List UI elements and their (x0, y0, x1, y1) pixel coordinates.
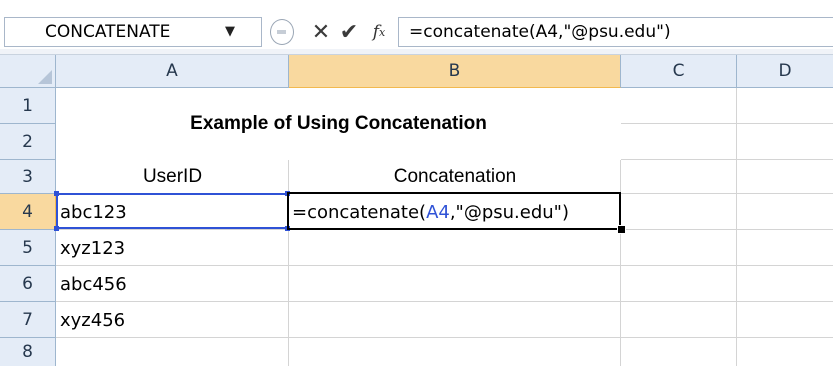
sheet-title-cell[interactable]: Example of Using Concatenation (56, 88, 621, 160)
column-header-c[interactable]: C (621, 55, 737, 88)
column-header-b[interactable]: B (289, 55, 621, 88)
active-cell-border (287, 192, 621, 230)
reference-handle[interactable] (54, 226, 59, 231)
cell-a5[interactable]: xyz123 (60, 230, 288, 266)
formula-text: =concatenate(A4,"@psu.edu") (409, 22, 671, 42)
fill-handle[interactable] (617, 225, 626, 234)
referenced-cell-border (56, 193, 289, 229)
select-all-corner[interactable] (0, 55, 56, 88)
formula-bar-resize-icon[interactable] (270, 19, 294, 45)
fx-sub: x (379, 25, 386, 39)
row-header-4[interactable]: 4 (0, 194, 56, 230)
cell-a7[interactable]: xyz456 (60, 302, 288, 338)
column-header-a[interactable]: A (56, 55, 289, 88)
row-header-6[interactable]: 6 (0, 266, 56, 302)
formula-input[interactable]: =concatenate(A4,"@psu.edu") (398, 17, 833, 47)
name-box[interactable]: CONCATENATE ▼ (4, 17, 262, 47)
row-header-7[interactable]: 7 (0, 302, 56, 338)
gridline (736, 88, 737, 366)
row-header-8[interactable]: 8 (0, 338, 56, 366)
row-header-5[interactable]: 5 (0, 230, 56, 266)
chevron-down-icon[interactable]: ▼ (225, 24, 235, 39)
insert-function-icon[interactable]: fx (364, 19, 394, 45)
cancel-icon[interactable]: ✕ (308, 19, 334, 45)
row-header-2[interactable]: 2 (0, 124, 56, 160)
row-header-3[interactable]: 3 (0, 160, 56, 194)
reference-handle[interactable] (54, 191, 59, 196)
cell-b3-concatenation-header[interactable]: Concatenation (289, 160, 621, 194)
cell-a6[interactable]: abc456 (60, 266, 288, 302)
column-header-d[interactable]: D (737, 55, 833, 88)
row-header-1[interactable]: 1 (0, 88, 56, 124)
cell-a3-userid-header[interactable]: UserID (56, 160, 289, 194)
enter-check-icon[interactable]: ✔ (336, 19, 362, 45)
formula-bar: CONCATENATE ▼ ✕ ✔ fx =concatenate(A4,"@p… (0, 0, 833, 49)
name-box-value: CONCATENATE (45, 22, 171, 42)
